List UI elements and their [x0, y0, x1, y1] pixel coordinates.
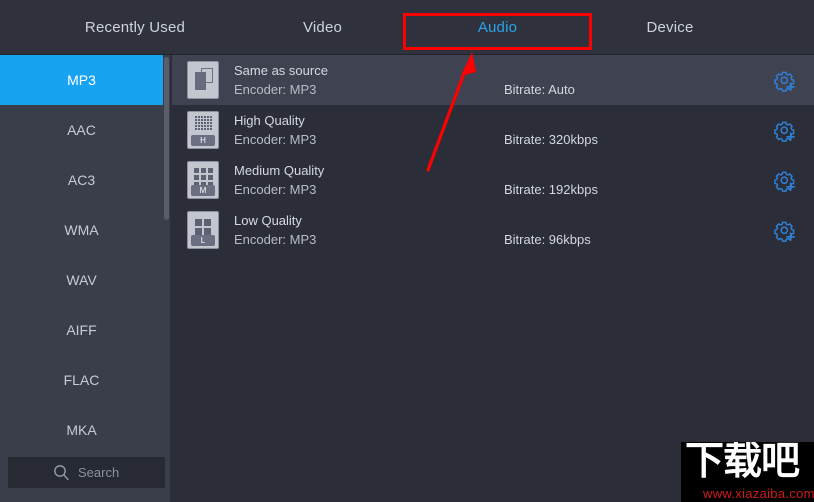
preset-texts: Low Quality Encoder: MP3 — [234, 212, 494, 248]
same-as-source-icon — [187, 61, 219, 99]
preset-bitrate: Bitrate: 320kbps — [504, 132, 598, 147]
search-icon — [53, 464, 70, 481]
tab-audio[interactable]: Audio — [403, 0, 592, 55]
settings-gear-icon[interactable] — [774, 120, 796, 142]
watermark-url: www.xiazaiba.com — [703, 486, 814, 501]
preset-texts: Same as source Encoder: MP3 — [234, 62, 494, 98]
sidebar-item-label: AIFF — [66, 322, 96, 338]
preset-texts: High Quality Encoder: MP3 — [234, 112, 494, 148]
format-list: MP3 AAC AC3 WMA WAV AIFF FLAC MKA — [0, 55, 163, 452]
preset-texts: Medium Quality Encoder: MP3 — [234, 162, 494, 198]
format-sidebar: MP3 AAC AC3 WMA WAV AIFF FLAC MKA — [0, 55, 172, 502]
low-quality-grid-icon: L — [187, 211, 219, 249]
preset-badge: L — [191, 235, 215, 246]
tab-video[interactable]: Video — [255, 0, 390, 55]
settings-gear-icon[interactable] — [774, 70, 796, 92]
sidebar-item-label: MP3 — [67, 72, 96, 88]
preset-list: Same as source Encoder: MP3 Bitrate: Aut… — [172, 55, 814, 502]
tab-label: Video — [303, 19, 342, 36]
sidebar-item-wav[interactable]: WAV — [0, 255, 163, 305]
preset-title: Same as source — [234, 62, 494, 79]
sidebar-item-mka[interactable]: MKA — [0, 405, 163, 452]
preset-encoder: Encoder: MP3 — [234, 81, 494, 98]
preset-encoder: Encoder: MP3 — [234, 231, 494, 248]
sidebar-item-label: WAV — [66, 272, 96, 288]
preset-row-low-quality[interactable]: L Low Quality Encoder: MP3 Bitrate: 96kb… — [172, 205, 814, 255]
sidebar-item-ac3[interactable]: AC3 — [0, 155, 163, 205]
search-box[interactable] — [8, 457, 165, 488]
tab-underline — [410, 47, 585, 50]
tab-label: Device — [646, 19, 693, 36]
preset-badge: M — [191, 185, 215, 196]
sidebar-item-label: FLAC — [64, 372, 100, 388]
tab-label: Recently Used — [85, 19, 185, 36]
preset-bitrate: Bitrate: 192kbps — [504, 182, 598, 197]
sidebar-item-mp3[interactable]: MP3 — [0, 55, 163, 105]
preset-row-medium-quality[interactable]: M Medium Quality Encoder: MP3 Bitrate: 1… — [172, 155, 814, 205]
preset-row-same-as-source[interactable]: Same as source Encoder: MP3 Bitrate: Aut… — [172, 55, 814, 105]
sidebar-item-label: MKA — [66, 422, 96, 438]
preset-bitrate: Bitrate: Auto — [504, 82, 575, 97]
search-input[interactable] — [78, 465, 163, 480]
sidebar-item-wma[interactable]: WMA — [0, 205, 163, 255]
app-window: Recently Used Video Audio Device MP3 AAC… — [0, 0, 814, 502]
sidebar-item-flac[interactable]: FLAC — [0, 355, 163, 405]
settings-gear-icon[interactable] — [774, 220, 796, 242]
medium-quality-grid-icon: M — [187, 161, 219, 199]
preset-encoder: Encoder: MP3 — [234, 181, 494, 198]
sidebar-item-label: WMA — [64, 222, 98, 238]
sidebar-scrollbar-thumb[interactable] — [164, 57, 169, 220]
sidebar-item-label: AAC — [67, 122, 96, 138]
preset-encoder: Encoder: MP3 — [234, 131, 494, 148]
watermark-logo-text: 下载吧 — [685, 442, 799, 485]
high-quality-grid-icon: H — [187, 111, 219, 149]
tab-recently-used[interactable]: Recently Used — [40, 0, 230, 55]
preset-badge: H — [191, 135, 215, 146]
tab-label: Audio — [478, 19, 517, 36]
sidebar-item-aac[interactable]: AAC — [0, 105, 163, 155]
preset-title: Low Quality — [234, 212, 494, 229]
preset-title: Medium Quality — [234, 162, 494, 179]
settings-gear-icon[interactable] — [774, 170, 796, 192]
preset-row-high-quality[interactable]: H High Quality Encoder: MP3 Bitrate: 320… — [172, 105, 814, 155]
sidebar-item-aiff[interactable]: AIFF — [0, 305, 163, 355]
tab-device[interactable]: Device — [600, 0, 740, 55]
watermark: 下载吧 www.xiazaiba.com — [681, 442, 814, 502]
top-tab-bar: Recently Used Video Audio Device — [0, 0, 814, 55]
preset-bitrate: Bitrate: 96kbps — [504, 232, 591, 247]
sidebar-item-label: AC3 — [68, 172, 95, 188]
preset-title: High Quality — [234, 112, 494, 129]
